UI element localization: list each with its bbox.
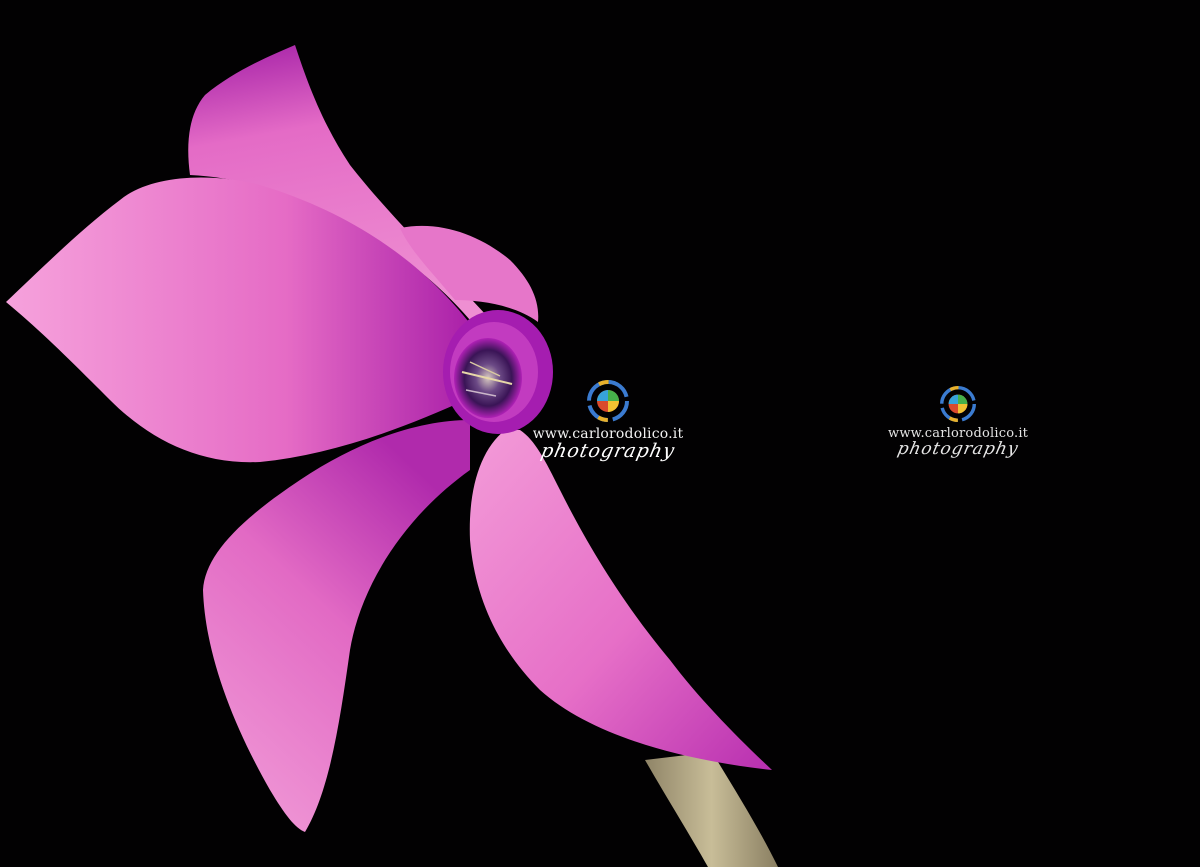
watermark: www.carlorodolico.it photography [528, 380, 688, 462]
lower-left-petal [203, 420, 470, 832]
watermark: www.carlorodolico.it photography [888, 386, 1028, 459]
watermark-tagline: photography [895, 439, 1021, 459]
stem [645, 752, 778, 867]
photo: www.carlorodolico.it photography www.car… [0, 0, 1200, 867]
camera-lens-logo-icon [940, 386, 976, 422]
lower-right-petal [469, 430, 772, 770]
camera-lens-logo-icon [587, 380, 629, 422]
watermark-tagline: photography [538, 440, 678, 462]
left-petal [6, 177, 475, 463]
